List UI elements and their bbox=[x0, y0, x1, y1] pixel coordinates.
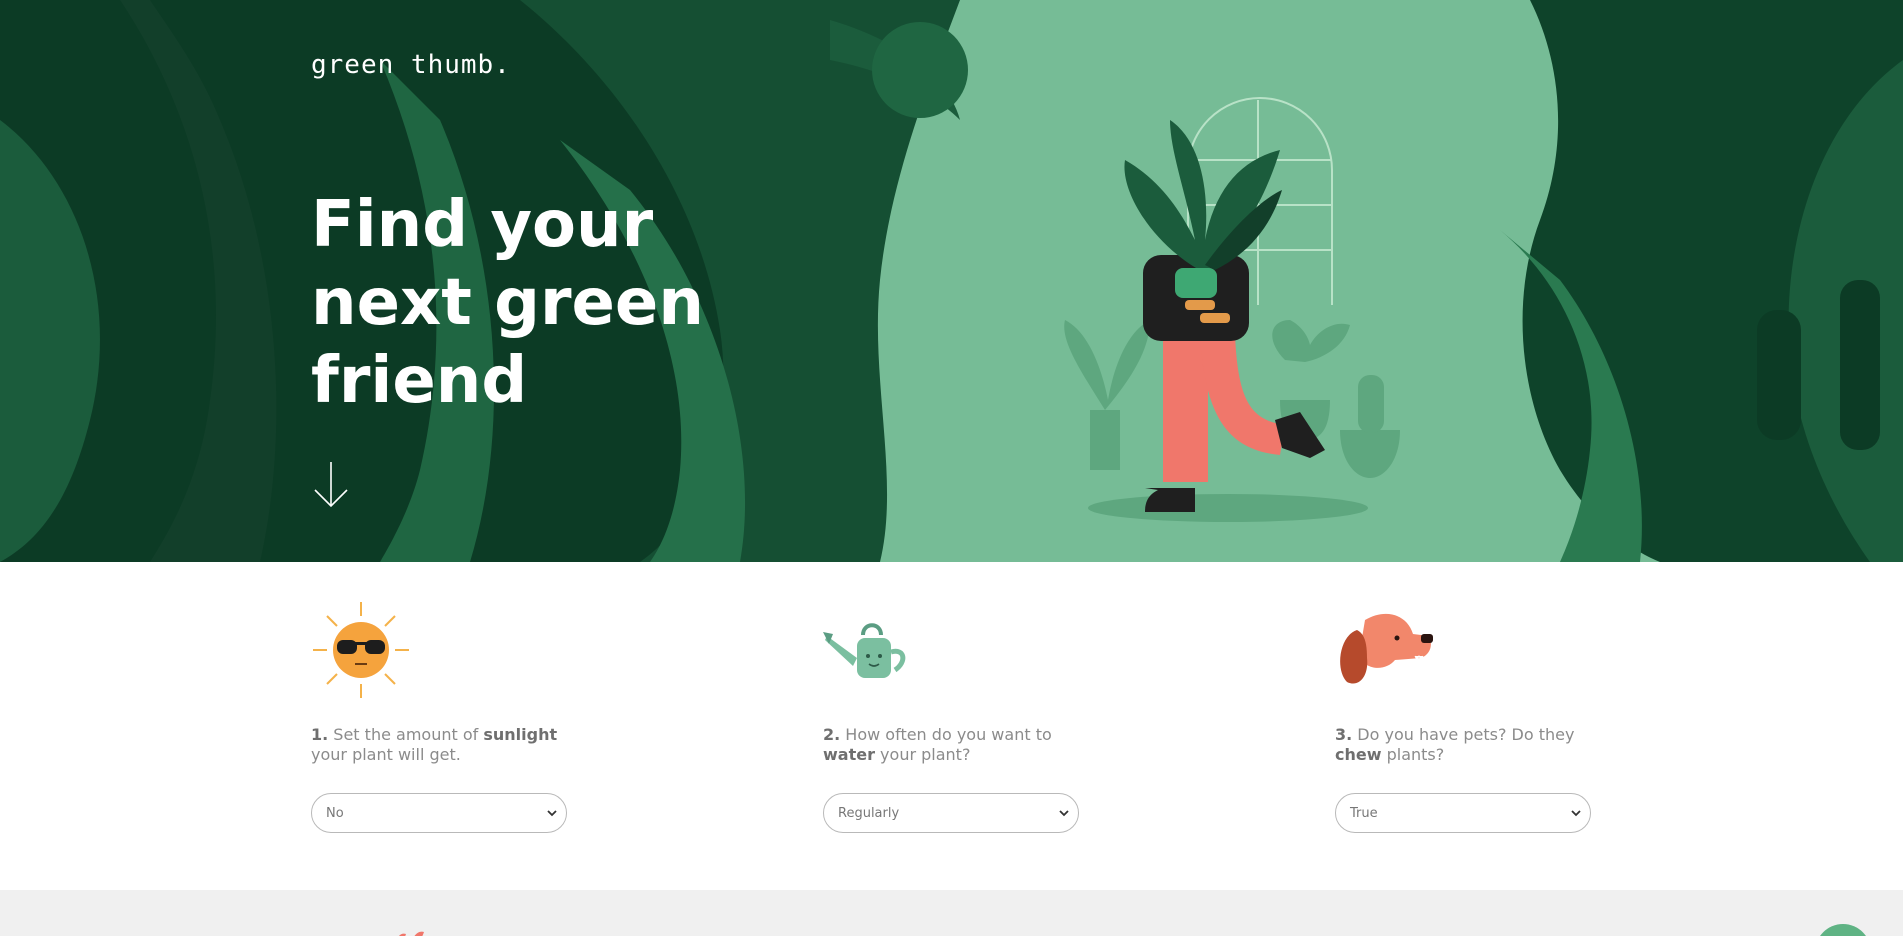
step-pets: 3. Do you have pets? Do they chew plants… bbox=[1335, 600, 1615, 833]
step-water-text: 2. How often do you want to water your p… bbox=[823, 725, 1052, 764]
hero-illustration bbox=[0, 0, 1903, 562]
arrow-down-icon[interactable] bbox=[311, 460, 351, 510]
hero-section: green thumb. Find your next green friend bbox=[0, 0, 1903, 562]
dog-icon bbox=[1340, 613, 1433, 684]
chevron-down-icon bbox=[1059, 810, 1069, 817]
step-sunlight-text: 1. Set the amount of sunlight your plant… bbox=[311, 725, 558, 764]
hero-title: Find your next green friend bbox=[311, 188, 704, 418]
sunlight-select[interactable]: No bbox=[311, 793, 567, 833]
brand-logo[interactable]: green thumb. bbox=[311, 50, 511, 80]
sunlight-select-value: No bbox=[326, 806, 344, 821]
results-section bbox=[0, 890, 1903, 936]
chevron-down-icon bbox=[547, 810, 557, 817]
step-pets-text: 3. Do you have pets? Do they chew plants… bbox=[1335, 725, 1575, 764]
step-sunlight: 1. Set the amount of sunlight your plant… bbox=[311, 600, 591, 833]
water-select[interactable]: Regularly bbox=[823, 793, 1079, 833]
watering-can-icon bbox=[823, 623, 906, 678]
back-to-top-button[interactable] bbox=[1815, 924, 1871, 936]
water-select-value: Regularly bbox=[838, 806, 900, 821]
chevron-down-icon bbox=[1571, 810, 1581, 817]
pets-select-value: True bbox=[1350, 806, 1378, 821]
pets-select[interactable]: True bbox=[1335, 793, 1591, 833]
plant-peek-icon bbox=[399, 931, 424, 936]
sun-sunglasses-icon bbox=[313, 602, 409, 698]
preferences-section: 1. Set the amount of sunlight your plant… bbox=[0, 562, 1903, 890]
step-water: 2. How often do you want to water your p… bbox=[823, 600, 1103, 833]
